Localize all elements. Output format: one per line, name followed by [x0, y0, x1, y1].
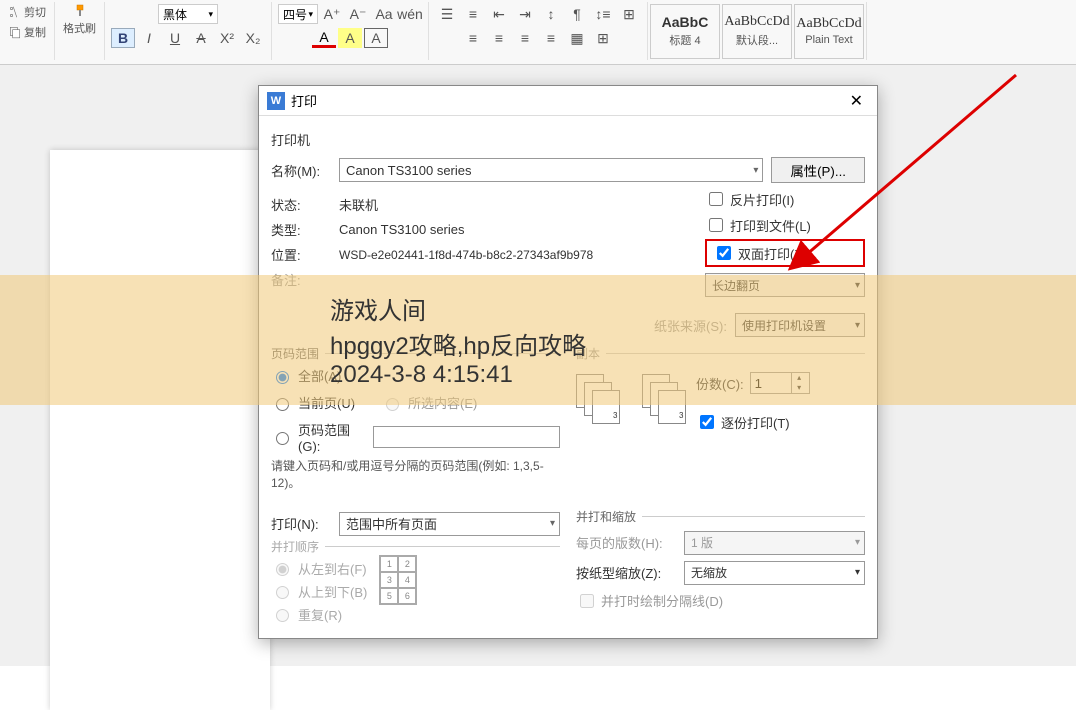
- line-spacing-button[interactable]: ↕≡: [591, 4, 615, 24]
- status-label: 状态:: [271, 195, 331, 214]
- collate-checkbox[interactable]: 逐份打印(T): [696, 412, 810, 432]
- show-marks-button[interactable]: ¶: [565, 4, 589, 24]
- page-preview: [50, 150, 270, 710]
- indent-inc-button[interactable]: ⇥: [513, 4, 537, 24]
- order-tb-radio: 从上到下(B): [271, 582, 367, 601]
- duplex-checkbox[interactable]: 双面打印(X): [705, 239, 865, 267]
- number-list-button[interactable]: ≡: [461, 4, 485, 24]
- order-repeat-radio: 重复(R): [271, 605, 367, 624]
- align-left-button[interactable]: ≡: [461, 28, 485, 48]
- strike-button[interactable]: A: [189, 28, 213, 48]
- change-case-button[interactable]: Aa: [372, 4, 396, 24]
- printer-select[interactable]: Canon TS3100 series▾: [339, 158, 763, 182]
- printer-section-label: 打印机: [271, 130, 865, 149]
- cut-button[interactable]: 剪切: [4, 2, 50, 22]
- dialog-titlebar: W 打印 ✕: [259, 86, 877, 116]
- dialog-title: 打印: [291, 91, 317, 110]
- bold-button[interactable]: B: [111, 28, 135, 48]
- style-plaintext[interactable]: AaBbCcDdPlain Text: [794, 4, 864, 59]
- grow-font-button[interactable]: A⁺: [320, 4, 344, 24]
- ribbon-toolbar: 剪切 复制 格式刷 黑体▾ B I U A X² X₂ 四号▾ A⁺ A⁻ Aa…: [0, 0, 1076, 65]
- indent-dec-button[interactable]: ⇤: [487, 4, 511, 24]
- order-section-label: 并打顺序: [271, 538, 325, 555]
- char-border-button[interactable]: A: [364, 28, 388, 48]
- order-lr-radio: 从左到右(F): [271, 559, 367, 578]
- watermark-banner: 游戏人间 hpggy2攻略,hp反向攻略 2024-3-8 4:15:41: [0, 275, 1076, 405]
- font-color-button[interactable]: A: [312, 28, 336, 48]
- highlight-button[interactable]: A: [338, 28, 362, 48]
- banner-line3: 2024-3-8 4:15:41: [330, 361, 1076, 389]
- tabs-button[interactable]: ⊞: [617, 4, 641, 24]
- style-heading4[interactable]: AaBbC标题 4: [650, 4, 720, 59]
- properties-button[interactable]: 属性(P)...: [771, 157, 865, 183]
- format-brush-button[interactable]: 格式刷: [59, 2, 100, 38]
- print-to-file-checkbox[interactable]: 打印到文件(L): [705, 215, 865, 235]
- subscript-button[interactable]: X₂: [241, 28, 265, 48]
- style-default[interactable]: AaBbCcDd默认段...: [722, 4, 792, 59]
- name-label: 名称(M):: [271, 161, 331, 180]
- copy-button[interactable]: 复制: [4, 22, 50, 42]
- location-value: WSD-e2e02441-1f8d-474b-b8c2-27343af9b978: [339, 248, 593, 262]
- perpage-select: 1 版▾: [684, 531, 865, 555]
- scale-section-label: 并打和缩放: [576, 508, 642, 525]
- scale-select[interactable]: 无缩放▾: [684, 561, 865, 585]
- range-hint: 请键入页码和/或用逗号分隔的页码范围(例如: 1,3,5-12)。: [271, 458, 560, 492]
- shrink-font-button[interactable]: A⁻: [346, 4, 370, 24]
- type-value: Canon TS3100 series: [339, 222, 465, 237]
- sort-button[interactable]: ↕: [539, 4, 563, 24]
- borders-button[interactable]: ⊞: [591, 28, 615, 48]
- status-value: 未联机: [339, 195, 378, 214]
- mirror-checkbox[interactable]: 反片打印(I): [705, 189, 865, 209]
- font-size-select[interactable]: 四号▾: [278, 4, 318, 24]
- bullet-list-button[interactable]: ☰: [435, 4, 459, 24]
- close-icon[interactable]: ✕: [844, 91, 869, 111]
- align-center-button[interactable]: ≡: [487, 28, 511, 48]
- superscript-button[interactable]: X²: [215, 28, 239, 48]
- align-justify-button[interactable]: ≡: [539, 28, 563, 48]
- type-label: 类型:: [271, 220, 331, 239]
- scale-label: 按纸型缩放(Z):: [576, 563, 676, 582]
- banner-line2: hpggy2攻略,hp反向攻略: [330, 326, 1076, 361]
- print-what-select[interactable]: 范围中所有页面▾: [339, 512, 560, 536]
- app-icon: W: [267, 92, 285, 110]
- range-pages-radio[interactable]: 页码范围(G):: [271, 420, 560, 454]
- perpage-label: 每页的版数(H):: [576, 533, 676, 552]
- phonetic-button[interactable]: wén: [398, 4, 422, 24]
- location-label: 位置:: [271, 245, 331, 264]
- order-preview: 12 34 56: [379, 555, 417, 605]
- pages-input: [373, 426, 560, 448]
- shading-button[interactable]: ▦: [565, 28, 589, 48]
- align-right-button[interactable]: ≡: [513, 28, 537, 48]
- separator-checkbox: 并打时绘制分隔线(D): [576, 591, 865, 611]
- banner-line1: 游戏人间: [330, 291, 1076, 326]
- font-name-select[interactable]: 黑体▾: [158, 4, 218, 24]
- underline-button[interactable]: U: [163, 28, 187, 48]
- italic-button[interactable]: I: [137, 28, 161, 48]
- print-what-label: 打印(N):: [271, 514, 331, 533]
